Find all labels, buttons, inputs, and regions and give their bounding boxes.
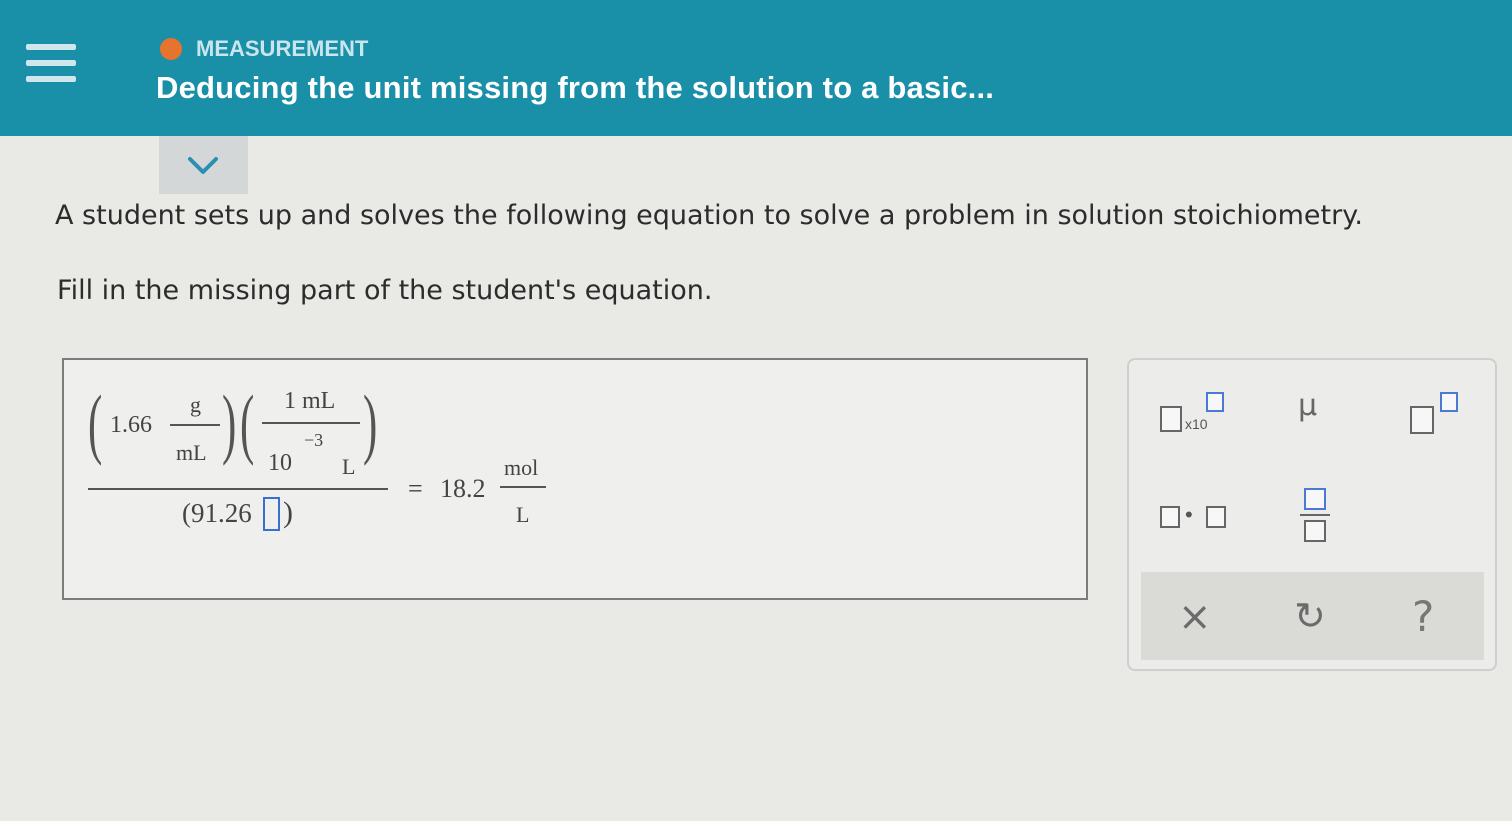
- first-factor-denominator: mL: [176, 440, 207, 465]
- clear-icon[interactable]: ×: [1178, 594, 1212, 640]
- second-factor-numerator: 1 mL: [284, 388, 336, 414]
- denominator-value: (91.26: [182, 498, 252, 528]
- denominator-close: ): [283, 496, 293, 529]
- undo-icon[interactable]: ↻: [1294, 594, 1326, 638]
- second-factor-den-base: 10: [268, 450, 292, 476]
- chevron-down-icon: [188, 157, 218, 174]
- header-bar: MEASUREMENT Deducing the unit missing fr…: [0, 0, 1512, 136]
- first-factor-numerator: g: [190, 392, 201, 417]
- fraction-bar: [170, 424, 220, 426]
- second-factor-den-unit: L: [342, 454, 356, 479]
- mu-button[interactable]: μ: [1298, 388, 1338, 434]
- page-title: Deducing the unit missing from the solut…: [156, 70, 995, 105]
- result-numerator: mol: [504, 455, 539, 480]
- sci-notation-button[interactable]: x10: [1158, 390, 1234, 436]
- left-paren-1: (: [88, 379, 103, 466]
- menu-icon[interactable]: [26, 44, 76, 88]
- multiply-dot-button[interactable]: •: [1158, 500, 1234, 534]
- result-value: 18.2: [440, 474, 486, 503]
- fraction-button[interactable]: [1300, 486, 1330, 546]
- right-paren-2: ): [363, 379, 378, 466]
- left-paren-2: (: [240, 379, 255, 466]
- question-text: A student sets up and solves the followi…: [55, 200, 1363, 231]
- help-icon[interactable]: ?: [1412, 592, 1434, 641]
- fraction-bar: [262, 422, 360, 424]
- topic-label: MEASUREMENT: [196, 36, 369, 61]
- result-denominator: L: [516, 502, 530, 527]
- expand-button[interactable]: [159, 136, 248, 194]
- main-fraction-bar: [88, 488, 388, 490]
- fraction-bar: [500, 486, 546, 488]
- status-dot-icon: [160, 38, 182, 60]
- equals-sign: =: [408, 474, 423, 503]
- topic-row: MEASUREMENT: [160, 36, 368, 62]
- superscript-button[interactable]: [1408, 390, 1464, 436]
- equation-answer-box[interactable]: [62, 358, 1088, 600]
- question-instruction: Fill in the missing part of the student'…: [57, 275, 713, 306]
- right-paren-1: ): [222, 379, 237, 466]
- first-factor-value: 1.66: [110, 412, 152, 438]
- unit-input-slot[interactable]: [263, 497, 280, 531]
- second-factor-den-exponent: −3: [304, 430, 324, 450]
